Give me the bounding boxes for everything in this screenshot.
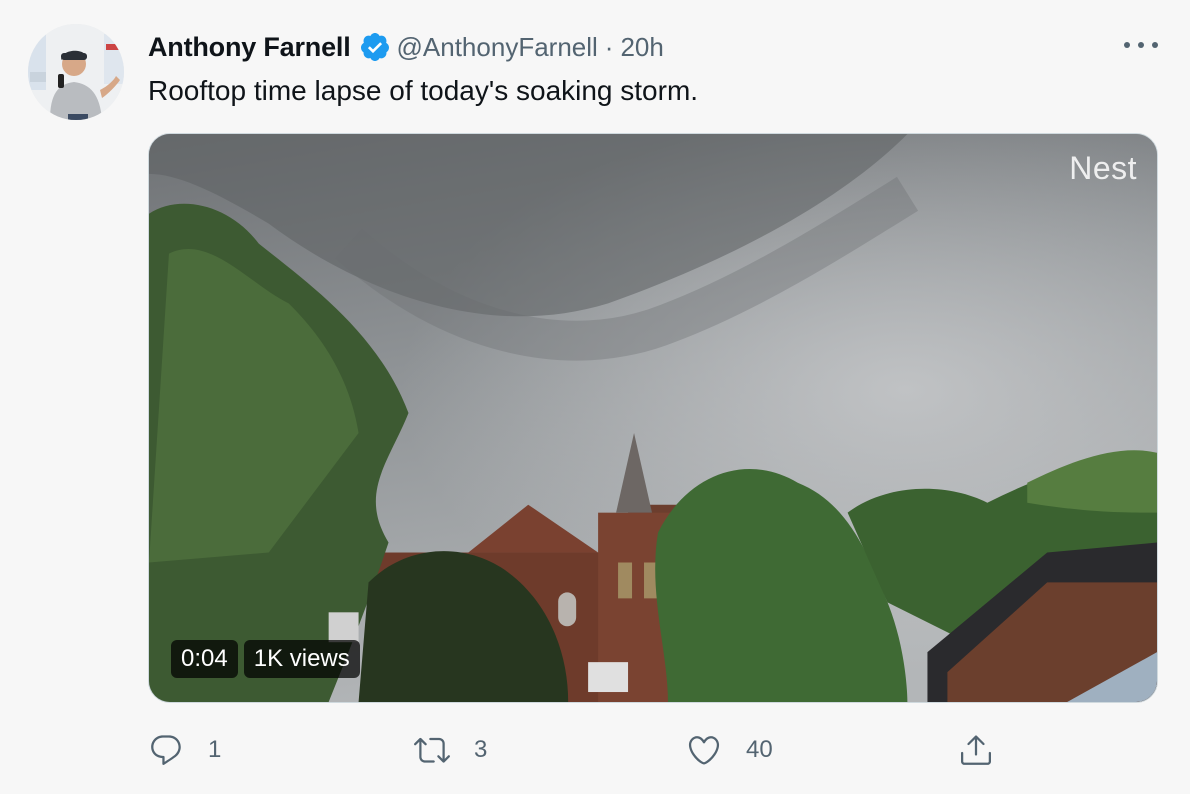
more-dot-icon (1138, 42, 1144, 48)
avatar-image (28, 24, 124, 120)
video-info: 0:04 1K views (171, 640, 360, 678)
user-handle[interactable]: @AnthonyFarnell (397, 32, 598, 63)
like-count: 40 (746, 736, 773, 763)
retweet-icon (414, 737, 450, 763)
more-options-button[interactable] (1124, 32, 1158, 58)
tweet-actions: 1 3 40 (148, 728, 1008, 772)
heart-icon (688, 736, 720, 765)
reply-icon (151, 735, 181, 765)
display-name[interactable]: Anthony Farnell (148, 32, 351, 63)
retweet-count: 3 (474, 736, 488, 763)
retweet-button[interactable]: 3 (414, 728, 487, 772)
tweet: Anthony Farnell @AnthonyFarnell · 20h Ro… (0, 0, 1190, 794)
tweet-text: Rooftop time lapse of today's soaking st… (148, 75, 699, 106)
video-duration: 0:04 (171, 640, 238, 678)
share-button[interactable] (958, 728, 994, 772)
more-dot-icon (1152, 42, 1158, 48)
tweet-header: Anthony Farnell @AnthonyFarnell · 20h (148, 30, 664, 64)
reply-count: 1 (208, 736, 222, 763)
watermark: Nest (1069, 150, 1137, 186)
video-frame (149, 134, 1157, 702)
video-player[interactable]: Nest 0:04 1K views (148, 133, 1158, 703)
reply-button[interactable]: 1 (148, 728, 221, 772)
more-dot-icon (1124, 42, 1130, 48)
like-button[interactable]: 40 (686, 728, 773, 772)
tweet-timestamp[interactable]: 20h (620, 32, 663, 63)
avatar[interactable] (28, 24, 124, 120)
share-icon (961, 735, 991, 765)
separator-dot: · (604, 31, 614, 62)
video-view-count: 1K views (243, 640, 360, 678)
verified-badge-icon (359, 31, 391, 63)
